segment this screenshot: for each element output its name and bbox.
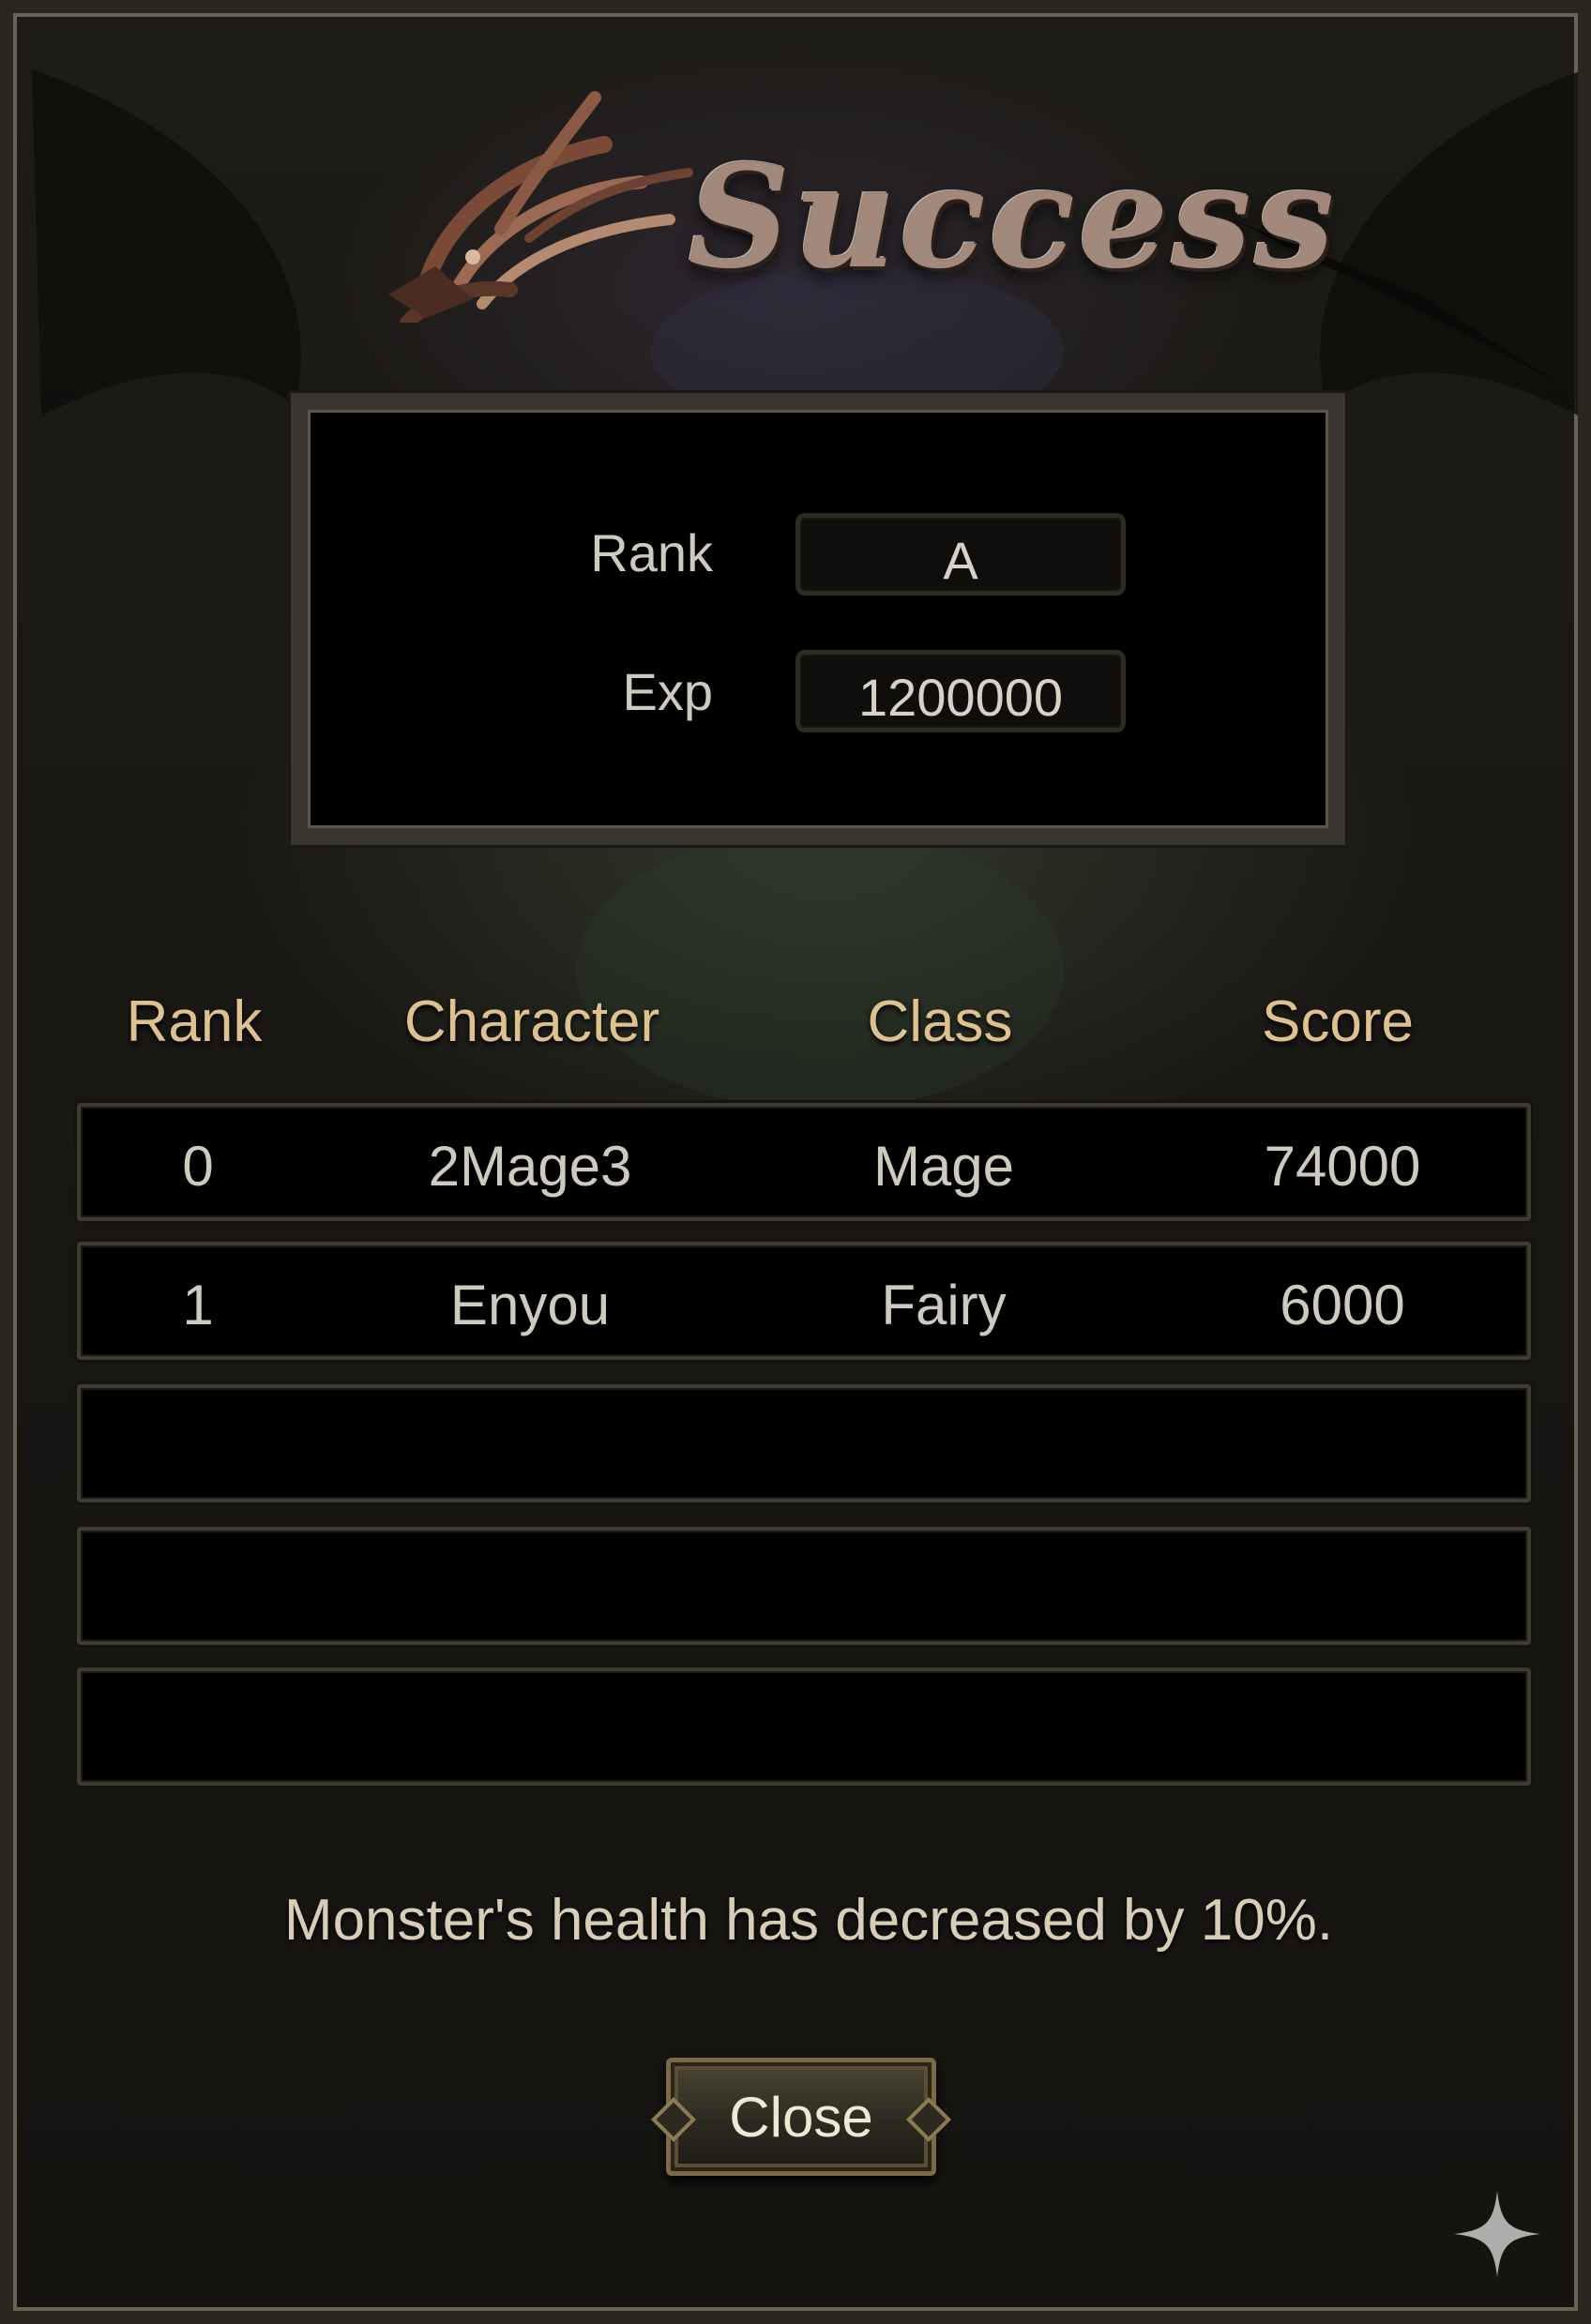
table-row-empty xyxy=(77,1527,1531,1645)
col-header-character: Character xyxy=(403,989,660,1054)
table-row: 0 2Mage3 Mage 74000 xyxy=(77,1103,1531,1221)
row-character: 2Mage3 xyxy=(428,1135,632,1198)
exp-label: Exp xyxy=(622,662,714,721)
row-rank: 1 xyxy=(182,1274,214,1336)
row-class: Mage xyxy=(872,1135,1015,1198)
row-score: 6000 xyxy=(1280,1274,1405,1336)
wolf-emblem-icon xyxy=(388,91,693,323)
exp-value: 1200000 xyxy=(796,650,1126,732)
row-score: 74000 xyxy=(1264,1135,1421,1198)
table-row-empty xyxy=(77,1668,1531,1786)
result-dialog: Success Rank A Exp 1200000 Rank Characte… xyxy=(0,0,1591,2324)
table-row: 1 Enyou Fairy 6000 xyxy=(77,1242,1531,1360)
button-ornament-right xyxy=(905,2096,952,2143)
banner-title: Success xyxy=(689,135,1339,300)
sparkle-icon xyxy=(1454,2191,1540,2277)
row-character: Enyou xyxy=(449,1274,611,1336)
col-header-score: Score xyxy=(1262,989,1414,1054)
summary-panel: Rank A Exp 1200000 xyxy=(291,393,1345,845)
col-header-rank: Rank xyxy=(126,989,263,1054)
success-banner: Success xyxy=(370,79,1334,341)
rank-label: Rank xyxy=(590,523,713,582)
close-button-label: Close xyxy=(729,2086,873,2149)
table-row-empty xyxy=(77,1384,1531,1502)
button-ornament-left xyxy=(650,2096,697,2143)
row-rank: 0 xyxy=(182,1135,214,1198)
rank-value: A xyxy=(796,513,1126,596)
result-message: Monster's health has decreased by 10%. xyxy=(283,1888,1334,1953)
row-class: Fairy xyxy=(881,1274,1007,1336)
close-button[interactable]: Close xyxy=(650,2058,952,2176)
col-header-class: Class xyxy=(867,989,1013,1054)
